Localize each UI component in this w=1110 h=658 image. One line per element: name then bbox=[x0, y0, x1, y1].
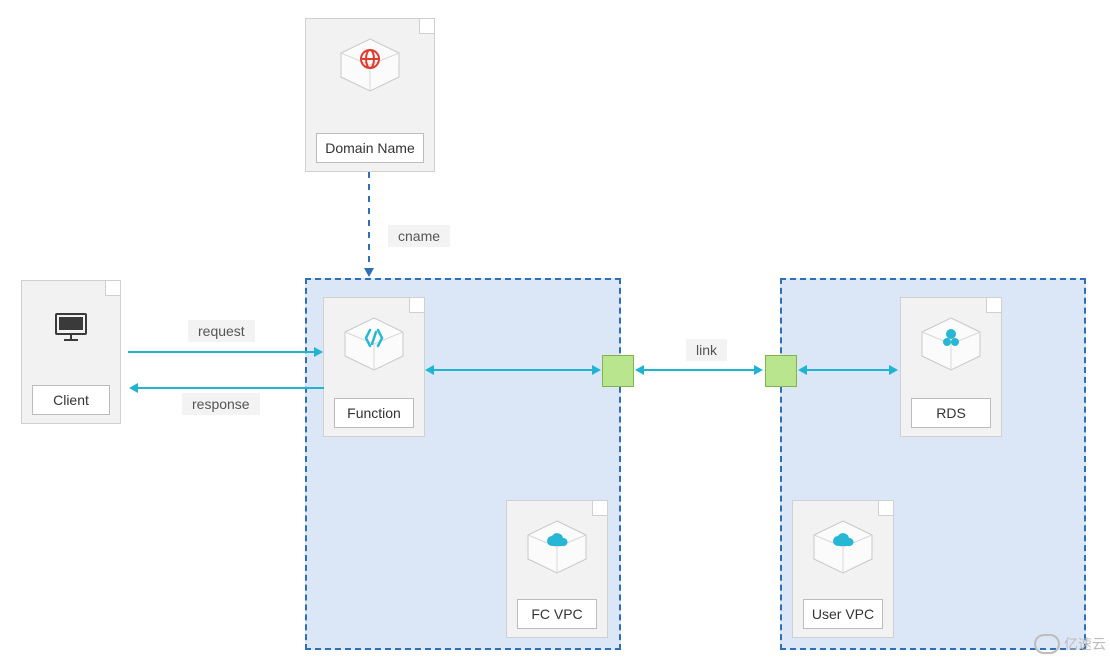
watermark-cloud-icon bbox=[1034, 634, 1060, 654]
arrowhead-icon bbox=[314, 347, 323, 357]
watermark-text: 亿速云 bbox=[1064, 634, 1106, 654]
rds-node: RDS bbox=[900, 297, 1002, 437]
arrowhead-icon bbox=[635, 365, 644, 375]
fc-vpc-label: FC VPC bbox=[517, 599, 597, 629]
function-label: Function bbox=[334, 398, 414, 428]
response-label: response bbox=[182, 393, 260, 415]
monitor-icon bbox=[44, 304, 98, 350]
client-label: Client bbox=[32, 385, 110, 415]
globe-icon bbox=[337, 37, 403, 93]
response-edge bbox=[138, 387, 324, 389]
user-vpc-gateway-icon bbox=[765, 355, 797, 387]
arrowhead-icon bbox=[889, 365, 898, 375]
function-node: Function bbox=[323, 297, 425, 437]
watermark: 亿速云 bbox=[1034, 634, 1106, 654]
link-edge bbox=[644, 369, 754, 371]
rds-label: RDS bbox=[911, 398, 991, 428]
arrowhead-icon bbox=[754, 365, 763, 375]
client-node: Client bbox=[21, 280, 121, 424]
user-vpc-label: User VPC bbox=[803, 599, 883, 629]
cname-label: cname bbox=[388, 225, 450, 247]
arrowhead-icon bbox=[798, 365, 807, 375]
function-icon bbox=[341, 316, 407, 372]
arrowhead-icon bbox=[129, 383, 138, 393]
request-label: request bbox=[188, 320, 255, 342]
fc-vpc-gateway-icon bbox=[602, 355, 634, 387]
user-vpc-node: User VPC bbox=[792, 500, 894, 638]
cloud-icon bbox=[524, 519, 590, 575]
link-label: link bbox=[686, 339, 727, 361]
database-icon bbox=[918, 316, 984, 372]
function-to-fcgw-edge bbox=[434, 369, 592, 371]
request-edge bbox=[128, 351, 314, 353]
cloud-icon bbox=[810, 519, 876, 575]
cname-edge bbox=[368, 172, 370, 270]
arrowhead-icon bbox=[425, 365, 434, 375]
usergw-to-rds-edge bbox=[807, 369, 889, 371]
arrowhead-icon bbox=[592, 365, 601, 375]
fc-vpc-node: FC VPC bbox=[506, 500, 608, 638]
domain-name-label: Domain Name bbox=[316, 133, 424, 163]
domain-name-node: Domain Name bbox=[305, 18, 435, 172]
arrowhead-icon bbox=[364, 268, 374, 277]
